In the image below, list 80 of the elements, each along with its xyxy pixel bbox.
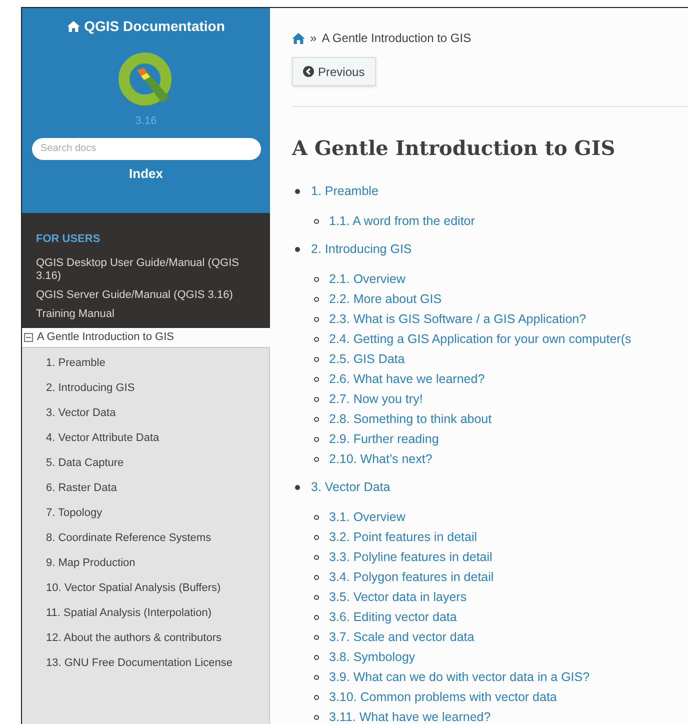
toc-link[interactable]: 3.5. Vector data in layers	[329, 587, 467, 607]
bullet-icon	[314, 456, 319, 462]
collapse-icon[interactable]	[24, 332, 33, 342]
toc-link[interactable]: 2.4. Getting a GIS Application for your own computer(s	[329, 329, 632, 349]
bullet-icon	[314, 694, 319, 700]
bullet-icon	[314, 376, 319, 382]
bullet-icon	[314, 654, 319, 660]
page-heading: A Gentle Introduction to GIS	[292, 135, 616, 162]
toc-link[interactable]: 2.2. More about GIS	[329, 289, 442, 309]
toc-link[interactable]: 3.11. What have we learned?	[329, 707, 491, 724]
bullet-icon	[314, 416, 319, 422]
sidebar-subitem[interactable]: 2. Introducing GIS	[46, 376, 236, 400]
sidebar-subitem[interactable]: 8. Coordinate Reference Systems	[46, 526, 236, 550]
bullet-icon	[314, 436, 319, 442]
version-label: 3.16	[135, 114, 157, 129]
sidebar-subitem[interactable]: 6. Raster Data	[46, 476, 236, 500]
section-caption: FOR USERS	[36, 232, 102, 247]
search-field[interactable]: Search docs	[32, 138, 260, 160]
toc-link[interactable]: 2. Introducing GIS	[311, 239, 412, 259]
home-icon	[292, 32, 305, 44]
sidebar-subitem[interactable]: 13. GNU Free Documentation License	[46, 650, 236, 676]
toc-link[interactable]: 3.8. Symbology	[329, 647, 416, 667]
bullet-icon	[314, 614, 319, 620]
sidebar-subitem[interactable]: 11. Spatial Analysis (Interpolation)	[46, 600, 236, 626]
toc-link[interactable]: 1.1. A word from the editor	[329, 211, 475, 231]
toc-link[interactable]: 2.6. What have we learned?	[329, 369, 485, 389]
toc-link[interactable]: 2.10. What’s next?	[329, 449, 432, 469]
toc-link[interactable]: 2.3. What is GIS Software / a GIS Application?	[329, 309, 586, 329]
toc-link[interactable]: 3.3. Polyline features in detail	[329, 547, 492, 567]
breadcrumb-text: A Gentle Introduction to GIS	[322, 30, 472, 47]
bullet-icon	[314, 554, 319, 560]
toc-link[interactable]: 1. Preamble	[311, 181, 378, 201]
sidebar-subitem[interactable]: 1. Preamble	[46, 350, 236, 376]
sidebar-item[interactable]: Training Manual	[36, 304, 256, 324]
bullet-icon	[314, 296, 319, 302]
sidebar-subitem[interactable]: 5. Data Capture	[46, 450, 236, 476]
sidebar-subitem[interactable]: 9. Map Production	[46, 550, 236, 576]
bullet-icon	[295, 484, 300, 490]
breadcrumb-separator: »	[310, 30, 317, 47]
previous-button[interactable]: Previous	[292, 57, 376, 86]
sidebar-subitem[interactable]: 10. Vector Spatial Analysis (Buffers)	[46, 576, 236, 600]
toc-link[interactable]: 2.9. Further reading	[329, 429, 439, 449]
bullet-icon	[314, 574, 319, 580]
bullet-icon	[295, 246, 300, 252]
arrow-left-circle-icon	[303, 66, 314, 77]
toc-link[interactable]: 3.9. What can we do with vector data in a GIS?	[329, 667, 590, 687]
bullet-icon	[314, 674, 319, 680]
bullet-icon	[314, 594, 319, 600]
bullet-icon	[314, 634, 319, 640]
sidebar-item[interactable]: QGIS Server Guide/Manual (QGIS 3.16)	[36, 286, 256, 304]
bullet-icon	[314, 534, 319, 540]
toc-link[interactable]: 3.7. Scale and vector data	[329, 627, 474, 647]
bullet-icon	[295, 188, 300, 194]
bullet-icon	[314, 276, 319, 282]
toc-link[interactable]: 3.6. Editing vector data	[329, 607, 457, 627]
home-icon	[67, 21, 80, 32]
toc-link[interactable]: 2.7. Now you try!	[329, 389, 423, 409]
bullet-icon	[314, 396, 319, 402]
sidebar-subitem[interactable]: 12. About the authors & contributors	[46, 626, 236, 650]
sidebar-subitem[interactable]: 3. Vector Data	[46, 400, 236, 426]
toc-link[interactable]: 3. Vector Data	[311, 477, 390, 497]
toc-link[interactable]: 2.8. Something to think about	[329, 409, 492, 429]
bullet-icon	[314, 336, 319, 342]
bullet-icon	[314, 316, 319, 322]
toc-link[interactable]: 3.10. Common problems with vector data	[329, 687, 557, 707]
toc-link[interactable]: 2.5. GIS Data	[329, 349, 405, 369]
toc-link[interactable]: 3.1. Overview	[329, 507, 406, 527]
sidebar-item[interactable]: QGIS Desktop User Guide/Manual (QGIS 3.16)	[36, 254, 256, 286]
sidebar-item-current[interactable]: A Gentle Introduction to GIS	[22, 328, 270, 348]
sidebar-subitem[interactable]: 4. Vector Attribute Data	[46, 426, 236, 450]
sidebar-subitem[interactable]: 7. Topology	[46, 500, 236, 526]
bullet-icon	[314, 218, 319, 224]
toc-link[interactable]: 3.4. Polygon features in detail	[329, 567, 494, 587]
bullet-icon	[314, 356, 319, 362]
home-link[interactable]: QGIS Documentation	[67, 16, 225, 37]
bullet-icon	[314, 714, 319, 720]
toc-link[interactable]: 2.1. Overview	[329, 269, 406, 289]
toc-link[interactable]: 3.2. Point features in detail	[329, 527, 478, 547]
index-link[interactable]: Index	[129, 164, 163, 183]
bullet-icon	[314, 514, 319, 520]
